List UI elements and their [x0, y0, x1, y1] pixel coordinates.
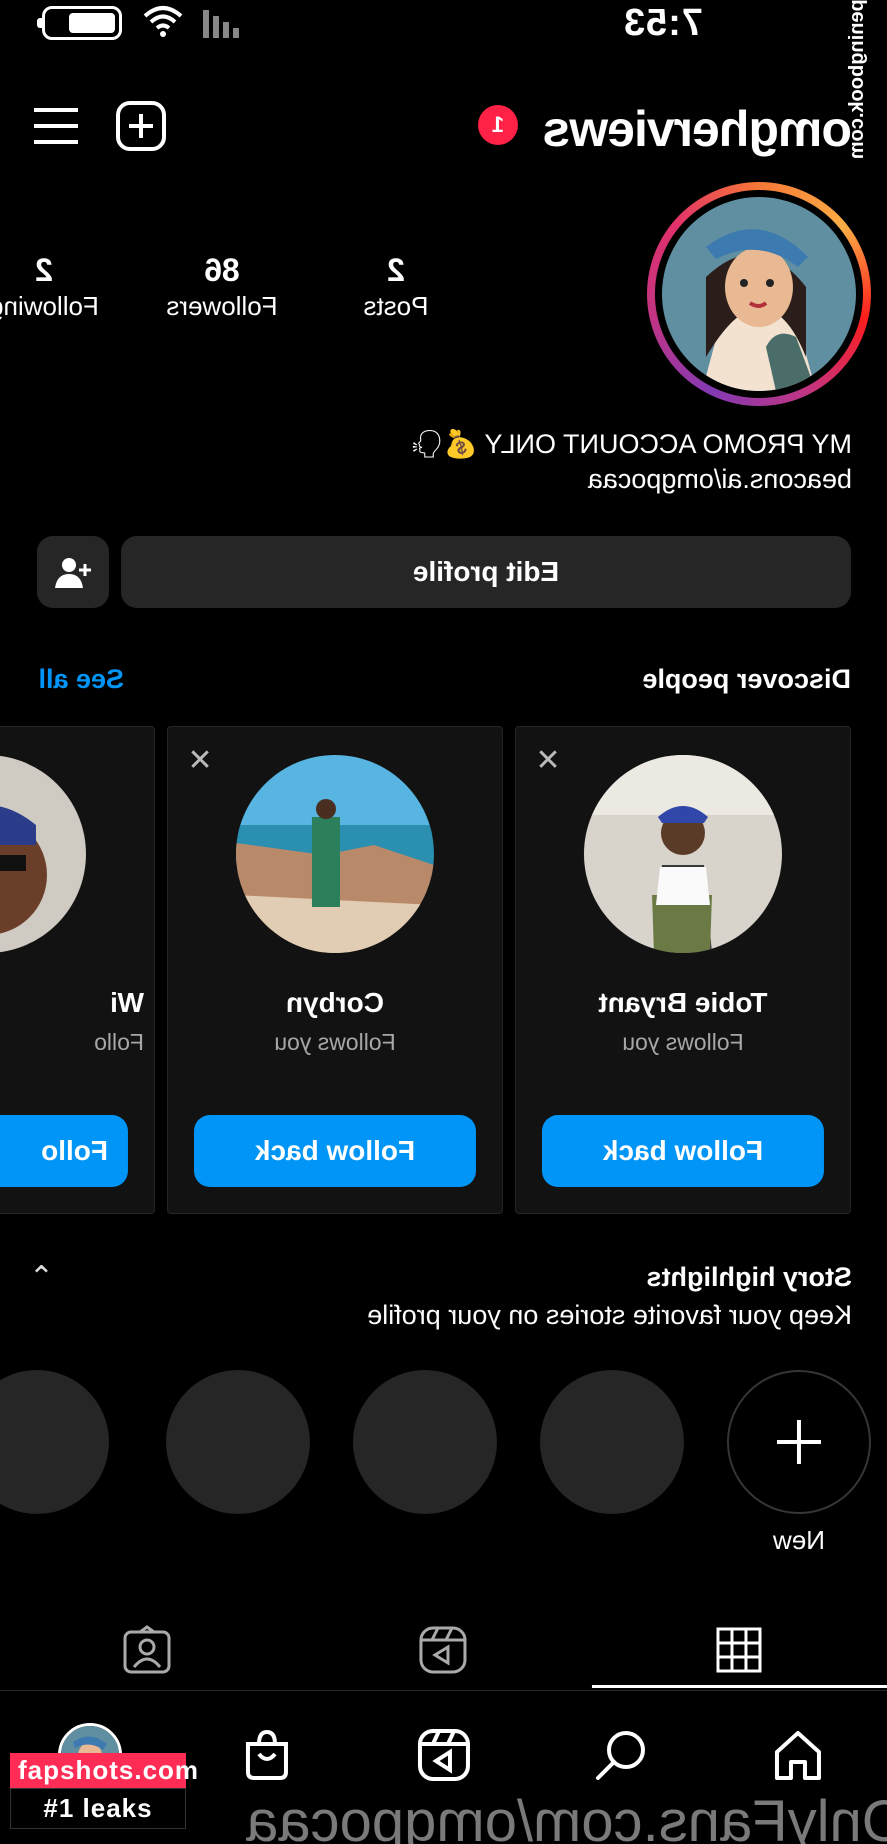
chevron-up-icon[interactable]: ⌃: [29, 1260, 54, 1295]
reels-icon: [420, 1626, 467, 1674]
highlight-placeholder: [540, 1370, 684, 1514]
signal-icon: [195, 8, 239, 38]
add-person-icon: [55, 558, 91, 588]
stat-following[interactable]: 2 Following: [0, 252, 129, 322]
suggestion-name: Corbyn: [286, 987, 384, 1018]
badge-top: fapshots.com: [10, 1753, 198, 1788]
new-highlight-button[interactable]: [727, 1370, 871, 1514]
edit-profile-button[interactable]: Edit profile: [121, 536, 851, 608]
following-count: 2: [35, 252, 53, 288]
content-tabs: [0, 1610, 887, 1690]
profile-username[interactable]: omgherviews: [543, 100, 852, 158]
tab-tagged[interactable]: [0, 1610, 295, 1690]
highlight-placeholder: [353, 1370, 497, 1514]
follow-back-button[interactable]: Follow back: [542, 1115, 824, 1187]
discover-people-button[interactable]: [37, 536, 109, 608]
suggestion-avatar: [236, 755, 434, 953]
battery-icon: [37, 6, 122, 40]
suggestion-name: Tobie Bryant: [598, 987, 768, 1018]
watermark-badge: fapshots.com #1 leaks: [10, 1753, 198, 1829]
discover-title: Discover people: [642, 664, 851, 694]
tagged-icon: [124, 1625, 171, 1674]
suggestion-subtitle: Follows you: [622, 1029, 744, 1055]
dismiss-icon[interactable]: ✕: [180, 741, 220, 781]
highlight-placeholder: [0, 1370, 109, 1514]
mirrored-content: 7:53 omgherviews 1 2 Posts 86 Followers …: [0, 0, 887, 1844]
follow-back-button[interactable]: Follow back: [194, 1115, 476, 1187]
create-post-icon[interactable]: [113, 98, 169, 154]
bottom-watermark: OnlyFans.com/omgpocaa: [246, 1789, 887, 1844]
suggestion-subtitle: Follo: [94, 1029, 144, 1055]
posts-count: 2: [387, 252, 405, 288]
avatar: [662, 197, 856, 391]
suggestion-subtitle: Follows you: [274, 1029, 396, 1055]
following-label: Following: [0, 291, 99, 321]
badge-bottom: #1 leaks: [10, 1788, 186, 1829]
stat-followers[interactable]: 86 Followers: [137, 252, 307, 322]
highlights-title: Story highlights: [646, 1262, 853, 1292]
suggestion-name: Wi: [110, 987, 144, 1018]
home-icon: [775, 1731, 822, 1780]
tab-active-indicator: [592, 1685, 887, 1688]
grid-icon: [717, 1627, 762, 1673]
notification-badge[interactable]: 1: [478, 105, 518, 145]
followers-label: Followers: [166, 291, 278, 321]
suggestion-card[interactable]: ✕ Tobie Bryant Follows you Follow back: [515, 726, 851, 1214]
menu-icon[interactable]: [30, 100, 82, 152]
bio-text: MY PROMO ACCOUNT ONLY 💰🗣: [409, 429, 852, 459]
plus-icon: [777, 1420, 821, 1464]
tab-reels[interactable]: [296, 1610, 591, 1690]
suggestion-avatar: [584, 755, 782, 953]
bio-link[interactable]: beacons.ai/omgpocaa: [588, 464, 852, 495]
reels-icon: [418, 1729, 471, 1781]
side-watermark: openingbook.com: [846, 0, 868, 160]
wifi-icon: [143, 4, 183, 38]
search-icon: [596, 1731, 646, 1780]
divider: [0, 1690, 887, 1691]
shopping-bag-icon: [246, 1729, 289, 1780]
suggestion-card[interactable]: ✕ Corbyn Follows you Follow back: [167, 726, 503, 1214]
status-bar: 7:53: [0, 0, 887, 50]
highlights-subtitle: Keep your favorite stories on your profi…: [367, 1300, 852, 1330]
highlight-placeholder: [166, 1370, 310, 1514]
new-highlight-label: New: [773, 1525, 826, 1555]
suggestion-card[interactable]: Wi Follo Follo: [0, 726, 155, 1214]
follow-button[interactable]: Follo: [0, 1115, 128, 1187]
tab-posts-grid[interactable]: [592, 1610, 887, 1690]
status-time: 7:53: [622, 2, 703, 44]
followers-count: 86: [204, 252, 240, 288]
profile-avatar-ring[interactable]: [647, 182, 871, 406]
dismiss-icon[interactable]: ✕: [528, 741, 568, 781]
suggestion-avatar: [0, 755, 86, 953]
see-all-link[interactable]: See all: [38, 664, 124, 695]
posts-label: Posts: [363, 291, 429, 321]
screen: 7:53 omgherviews 1 2 Posts 86 Followers …: [0, 0, 887, 1844]
stat-posts[interactable]: 2 Posts: [311, 252, 481, 322]
